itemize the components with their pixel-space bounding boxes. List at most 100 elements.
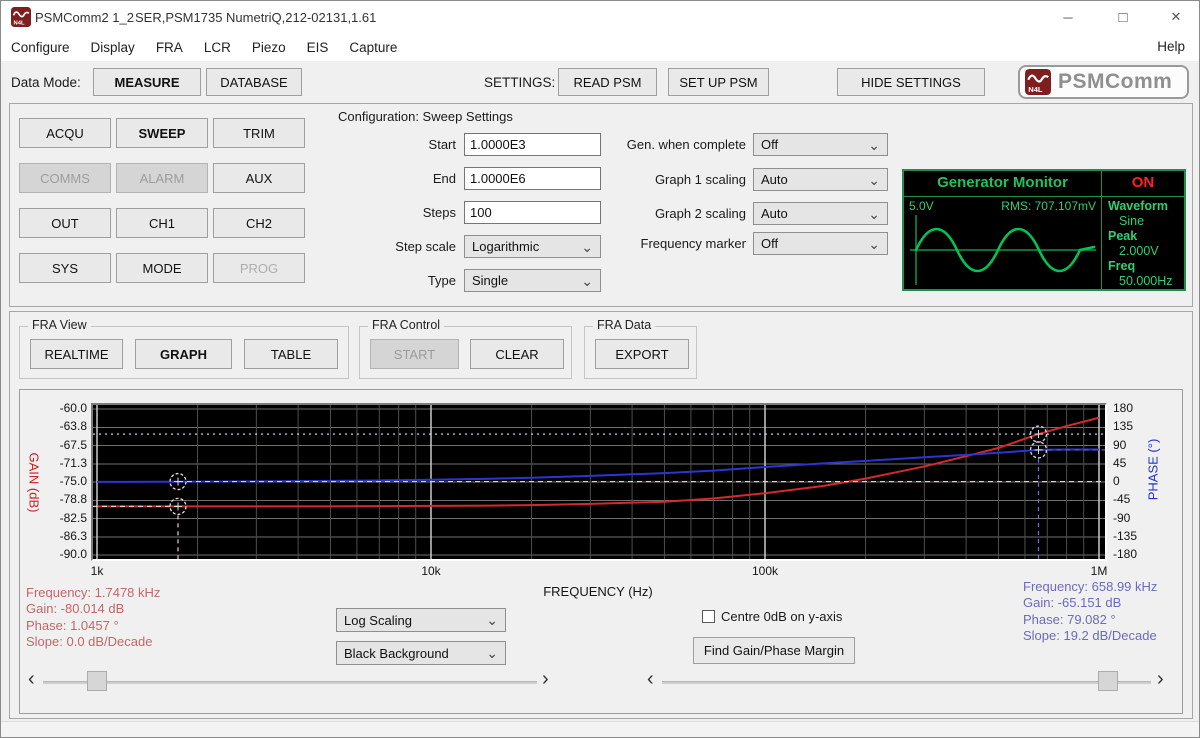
chevron-down-icon: ⌄ bbox=[581, 276, 593, 286]
gain-tick-label: -71.3 bbox=[39, 456, 87, 470]
scrollbar-track[interactable] bbox=[43, 681, 537, 684]
gain-tick-label: -67.5 bbox=[39, 438, 87, 452]
app-window: N4L PSMComm2 1_2 SER,PSM1735 NumetriQ,21… bbox=[0, 0, 1200, 738]
fra-control-group-label: FRA Control bbox=[368, 318, 444, 332]
fra-data-group-label: FRA Data bbox=[593, 318, 655, 332]
nav-button-comms: COMMS bbox=[19, 163, 111, 193]
nav-button-ch2[interactable]: CH2 bbox=[213, 208, 305, 238]
freq-value: 50.000Hz bbox=[1106, 274, 1182, 289]
scrollbar-thumb[interactable] bbox=[1098, 671, 1118, 691]
freq-tick-label: 1k bbox=[67, 564, 127, 578]
nav-button-trim[interactable]: TRIM bbox=[213, 118, 305, 148]
frequency-marker-dropdown[interactable]: Off ⌄ bbox=[753, 232, 888, 255]
psmcomm-logo-text: PSMComm bbox=[1058, 70, 1172, 94]
clear-button[interactable]: CLEAR bbox=[470, 339, 564, 369]
export-button[interactable]: EXPORT bbox=[595, 339, 689, 369]
centre-0db-label: Centre 0dB on y-axis bbox=[721, 609, 842, 624]
generator-rms-readout: RMS: 707.107mV bbox=[1001, 199, 1096, 213]
gain-tick-label: -86.3 bbox=[39, 529, 87, 543]
menu-bar: Configure Display FRA LCR Piezo EIS Capt… bbox=[1, 33, 1199, 61]
generator-on-indicator: ON bbox=[1102, 174, 1184, 191]
fra-control-group: FRA Control START CLEAR bbox=[359, 326, 572, 379]
step-scale-label: Step scale bbox=[331, 239, 456, 254]
data-mode-label: Data Mode: bbox=[11, 75, 81, 90]
bode-plot-canvas bbox=[93, 405, 1105, 559]
setup-psm-button[interactable]: SET UP PSM bbox=[668, 68, 769, 96]
cursor-right-gain: Gain: -65.151 dB bbox=[1023, 595, 1157, 611]
scaling-dropdown[interactable]: Log Scaling ⌄ bbox=[336, 608, 506, 632]
menu-item-eis[interactable]: EIS bbox=[307, 40, 329, 55]
chevron-down-icon: ⌄ bbox=[868, 239, 880, 249]
type-dropdown[interactable]: Single ⌄ bbox=[464, 269, 601, 292]
frequency-marker-value: Off bbox=[761, 236, 778, 251]
scrollbar-thumb[interactable] bbox=[87, 671, 107, 691]
minimize-button[interactable]: ─ bbox=[1052, 4, 1084, 30]
nav-button-out[interactable]: OUT bbox=[19, 208, 111, 238]
waveform-label: Waveform bbox=[1106, 199, 1182, 214]
graph1-scaling-dropdown[interactable]: Auto ⌄ bbox=[753, 168, 888, 191]
gen-when-complete-label: Gen. when complete bbox=[576, 137, 746, 152]
nav-button-aux[interactable]: AUX bbox=[213, 163, 305, 193]
cursor-left-gain: Gain: -80.014 dB bbox=[26, 601, 160, 617]
table-button[interactable]: TABLE bbox=[244, 339, 338, 369]
menu-item-capture[interactable]: Capture bbox=[349, 40, 397, 55]
maximize-button[interactable]: □ bbox=[1107, 4, 1139, 30]
measure-button[interactable]: MEASURE bbox=[93, 68, 201, 96]
generator-monitor: Generator Monitor ON 5.0V RMS: 707.107mV… bbox=[902, 169, 1186, 291]
generator-info: Waveform Sine Peak 2.000V Freq 50.000Hz bbox=[1106, 198, 1182, 287]
gen-when-complete-value: Off bbox=[761, 137, 778, 152]
frequency-axis-label: FREQUENCY (Hz) bbox=[488, 584, 708, 599]
scroll-right-arrow-icon[interactable]: › bbox=[1157, 669, 1164, 689]
menu-item-fra[interactable]: FRA bbox=[156, 40, 183, 55]
menu-item-piezo[interactable]: Piezo bbox=[252, 40, 286, 55]
sweep-settings-title: Configuration: Sweep Settings bbox=[338, 109, 513, 124]
cursor-left-frequency: Frequency: 1.7478 kHz bbox=[26, 585, 160, 601]
chevron-down-icon: ⌄ bbox=[868, 140, 880, 150]
freq-tick-label: 10k bbox=[401, 564, 461, 578]
sine-wave-display bbox=[908, 213, 1098, 287]
find-margin-button[interactable]: Find Gain/Phase Margin bbox=[693, 637, 855, 664]
gain-tick-label: -60.0 bbox=[39, 401, 87, 415]
gain-tick-label: -90.0 bbox=[39, 547, 87, 561]
freq-label: Freq bbox=[1106, 259, 1182, 274]
nav-button-acqu[interactable]: ACQU bbox=[19, 118, 111, 148]
nav-button-alarm: ALARM bbox=[116, 163, 208, 193]
cursor-left-phase: Phase: 1.0457 ° bbox=[26, 618, 160, 634]
graph-button[interactable]: GRAPH bbox=[135, 339, 232, 369]
chevron-down-icon: ⌄ bbox=[486, 615, 498, 625]
scroll-left-arrow-icon[interactable]: ‹ bbox=[647, 669, 654, 689]
cursor-right-slope: Slope: 19.2 dB/Decade bbox=[1023, 628, 1157, 644]
menu-item-help[interactable]: Help bbox=[1157, 39, 1185, 54]
nav-button-mode[interactable]: MODE bbox=[116, 253, 208, 283]
menu-item-configure[interactable]: Configure bbox=[11, 40, 70, 55]
scroll-right-arrow-icon[interactable]: › bbox=[542, 669, 549, 689]
end-label: End bbox=[331, 171, 456, 186]
nav-button-sys[interactable]: SYS bbox=[19, 253, 111, 283]
nav-button-ch1[interactable]: CH1 bbox=[116, 208, 208, 238]
series-phase bbox=[97, 450, 1099, 482]
chevron-down-icon: ⌄ bbox=[486, 648, 498, 658]
gain-tick-label: -63.8 bbox=[39, 419, 87, 433]
hide-settings-button[interactable]: HIDE SETTINGS bbox=[837, 68, 985, 96]
phase-tick-label: -135 bbox=[1113, 529, 1157, 543]
background-value: Black Background bbox=[344, 646, 449, 661]
nav-button-sweep[interactable]: SWEEP bbox=[116, 118, 208, 148]
n4l-logo-icon: N4L bbox=[1025, 69, 1051, 95]
window-subtitle: SER,PSM1735 NumetriQ,212-02131,1.61 bbox=[135, 10, 376, 25]
close-button[interactable]: ✕ bbox=[1160, 4, 1192, 30]
realtime-button[interactable]: REALTIME bbox=[30, 339, 123, 369]
graph2-scaling-dropdown[interactable]: Auto ⌄ bbox=[753, 202, 888, 225]
scrollbar-track[interactable] bbox=[662, 681, 1151, 684]
background-dropdown[interactable]: Black Background ⌄ bbox=[336, 641, 506, 665]
phase-tick-label: -45 bbox=[1113, 492, 1157, 506]
psmcomm-logo: N4L PSMComm bbox=[1018, 65, 1189, 99]
bode-plot[interactable] bbox=[91, 403, 1107, 561]
chevron-down-icon: ⌄ bbox=[868, 175, 880, 185]
scroll-left-arrow-icon[interactable]: ‹ bbox=[28, 669, 35, 689]
centre-0db-checkbox[interactable] bbox=[702, 610, 715, 623]
gen-when-complete-dropdown[interactable]: Off ⌄ bbox=[753, 133, 888, 156]
database-button[interactable]: DATABASE bbox=[206, 68, 302, 96]
menu-item-display[interactable]: Display bbox=[91, 40, 135, 55]
read-psm-button[interactable]: READ PSM bbox=[558, 68, 657, 96]
menu-item-lcr[interactable]: LCR bbox=[204, 40, 231, 55]
